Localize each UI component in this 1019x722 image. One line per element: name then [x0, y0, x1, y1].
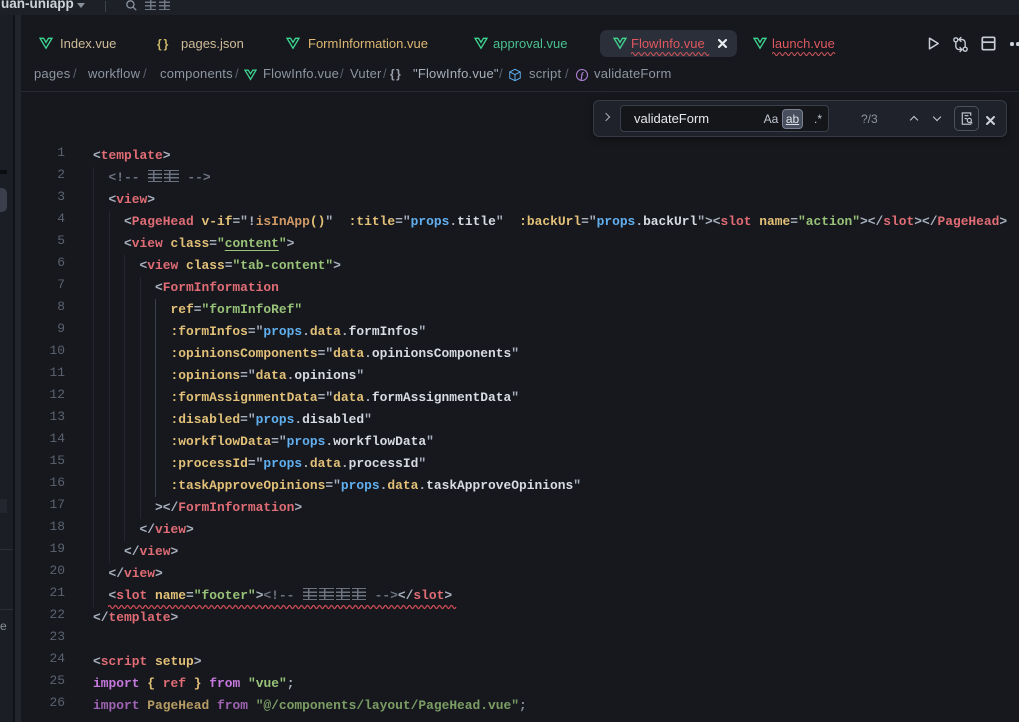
svg-text:f: f	[581, 70, 585, 80]
